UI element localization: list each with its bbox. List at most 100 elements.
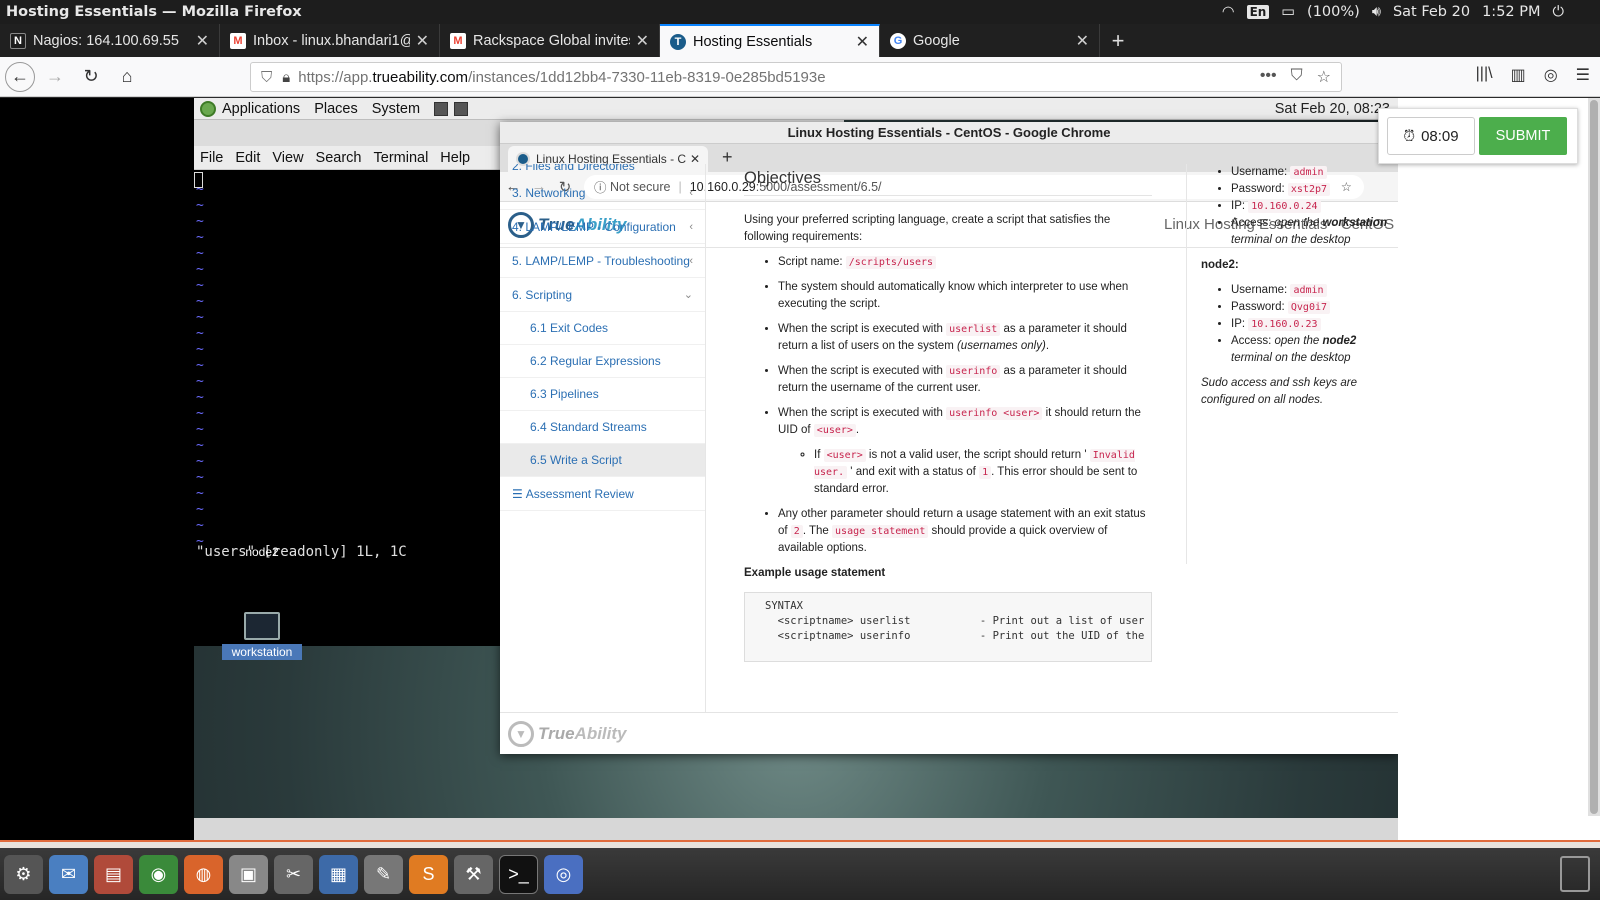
sidebar-item-lamp-troubleshooting[interactable]: 5. LAMP/LEMP - Troubleshooting ‹ [500, 244, 705, 278]
firefox-app-icon[interactable]: ◍ [184, 854, 223, 894]
sidebar-item-regular-expressions[interactable]: 6.2 Regular Expressions [500, 345, 705, 378]
settings-app-icon[interactable]: ⚙ [4, 854, 43, 894]
library-icon[interactable]: |||\ [1476, 65, 1493, 85]
gmail-favicon-icon: M [450, 32, 466, 49]
mail-app-icon[interactable]: ✉ [49, 854, 88, 894]
list-item: When the script is executed with userinf… [778, 405, 1152, 498]
system-tools-app-icon[interactable]: ⚒ [454, 854, 493, 894]
close-tab-icon[interactable]: ✕ [856, 32, 869, 52]
home-button[interactable]: ⌂ [111, 61, 143, 93]
desktop-icon-workstation[interactable]: workstation [222, 612, 302, 660]
ff-tab-inbox[interactable]: M Inbox - linux.bhandari1@ ✕ [220, 24, 440, 57]
menu-applications[interactable]: Applications [222, 101, 300, 117]
list-item: Username: admin [1231, 164, 1398, 181]
wifi-icon[interactable]: ◠ [1222, 4, 1235, 20]
new-tab-button[interactable]: + [1100, 24, 1136, 57]
gmail-favicon-icon: M [230, 32, 246, 49]
submit-button[interactable]: SUBMIT [1479, 117, 1567, 155]
node2-heading: node2: [1201, 259, 1239, 271]
remote-desktop[interactable]: Applications Places System Sat Feb 20, 0… [194, 98, 1398, 840]
files-app-icon[interactable]: ▤ [94, 854, 133, 894]
chrome-window[interactable]: Linux Hosting Essentials - CentOS - Goog… [500, 122, 1398, 754]
vim-empty-lines: ~ ~ ~ ~ ~ ~ ~ ~ ~ ~ ~ ~ ~ ~ ~ ~ ~ ~ ~ ~ … [196, 182, 204, 549]
ff-tab-google[interactable]: G Google ✕ [880, 24, 1100, 57]
pocket-icon[interactable]: ⛉ [1291, 67, 1303, 87]
desktop-icon-label: node2 [245, 545, 279, 559]
page-scrollbar[interactable] [1588, 98, 1600, 816]
close-tab-icon[interactable]: ✕ [636, 31, 649, 51]
ff-tab-hosting-essentials[interactable]: T Hosting Essentials ✕ [660, 24, 880, 57]
terminal-menu-help[interactable]: Help [440, 150, 470, 166]
launcher-icon[interactable] [434, 101, 449, 116]
remote-taskbar[interactable] [194, 818, 1398, 840]
chrome-new-tab-button[interactable]: + [722, 147, 733, 172]
battery-percent[interactable]: (100%) [1307, 4, 1360, 20]
terminal-menu-view[interactable]: View [272, 150, 303, 166]
system-time[interactable]: 1:52 PM [1482, 4, 1540, 20]
sidebar-item-exit-codes[interactable]: 6.1 Exit Codes [500, 312, 705, 345]
writer-app-icon[interactable]: ▦ [319, 854, 358, 894]
requirements-list: Script name: /scripts/users The system s… [762, 254, 1152, 557]
remote-clock[interactable]: Sat Feb 20, 08:23 [1275, 101, 1390, 117]
close-tab-icon[interactable]: ✕ [416, 31, 429, 51]
list-item: Password: Qvg0i7 [1231, 299, 1398, 316]
chevron-left-icon: ‹ [689, 186, 693, 199]
firefox-tab-strip: N Nagios: 164.100.69.55 ✕ M Inbox - linu… [0, 24, 1600, 57]
chevron-down-icon: ⌄ [683, 289, 693, 301]
url-path: /instances/1dd12bb4-7330-11eb-8319-0e285… [468, 68, 826, 86]
page-actions-icon[interactable]: ••• [1260, 67, 1277, 87]
account-icon[interactable]: ◎ [1544, 65, 1558, 85]
sidebar-item-label: 6.5 Write a Script [530, 453, 622, 467]
reload-button[interactable]: ↻ [75, 61, 107, 93]
close-tab-icon[interactable]: ✕ [1076, 31, 1089, 51]
sidebar-item-pipelines[interactable]: 6.3 Pipelines [500, 378, 705, 411]
page-left-margin [0, 98, 194, 840]
page-right-margin [1398, 98, 1600, 840]
timer-value: 08:09 [1421, 127, 1459, 145]
system-tray: ◠ En ▭ (100%) 🔊︎ Sat Feb 20 1:52 PM ⏻ [1222, 4, 1600, 20]
battery-icon[interactable]: ▭ [1281, 4, 1295, 20]
chromium-app-icon[interactable]: ◎ [544, 854, 583, 894]
archive-app-icon[interactable]: ▣ [229, 854, 268, 894]
text-editor-app-icon[interactable]: ✎ [364, 854, 403, 894]
url-bar[interactable]: ⛉ 🔒︎ https://app. trueability.com/instanc… [250, 62, 1342, 92]
ff-tab-nagios[interactable]: N Nagios: 164.100.69.55 ✕ [0, 24, 220, 57]
system-date[interactable]: Sat Feb 20 [1393, 4, 1470, 20]
terminal-menu-file[interactable]: File [200, 150, 223, 166]
menu-system[interactable]: System [372, 101, 420, 117]
close-tab-icon[interactable]: ✕ [196, 31, 209, 51]
desktop-icon-node2[interactable]: node2 [222, 544, 302, 560]
sidebar-item-scripting[interactable]: 6. Scripting ⌄ [500, 278, 705, 312]
terminal-app-icon[interactable]: >_ [499, 854, 538, 894]
terminal-menu-terminal[interactable]: Terminal [374, 150, 429, 166]
tracking-shield-icon[interactable]: ⛉ [261, 69, 272, 86]
power-icon[interactable]: ⏻ [1553, 4, 1564, 20]
sidebar-item-write-a-script[interactable]: 6.5 Write a Script [500, 444, 705, 477]
sidebar-item-label: Assessment Review [525, 486, 634, 501]
scrollbar-thumb[interactable] [1590, 100, 1598, 814]
keyboard-layout-indicator[interactable]: En [1246, 5, 1270, 19]
sidebar-item-standard-streams[interactable]: 6.4 Standard Streams [500, 411, 705, 444]
menu-places[interactable]: Places [314, 101, 358, 117]
terminal-launcher-icon[interactable] [454, 101, 469, 116]
list-item: Username: admin [1231, 282, 1398, 299]
bookmark-star-icon[interactable]: ☆ [1317, 67, 1331, 87]
lock-icon[interactable]: 🔒︎ [282, 69, 290, 86]
sidebar-icon[interactable]: ▥ [1511, 65, 1526, 85]
url-prefix: https://app. [298, 68, 373, 86]
volume-icon[interactable]: 🔊︎ [1372, 4, 1381, 20]
sublime-app-icon[interactable]: S [409, 854, 448, 894]
forward-button[interactable]: → [39, 61, 71, 93]
trash-icon[interactable] [1560, 856, 1590, 892]
sidebar-item-assessment-review[interactable]: ☰ Assessment Review [500, 477, 705, 511]
tools-app-icon[interactable]: ✂ [274, 854, 313, 894]
back-button[interactable]: ← [5, 61, 35, 92]
ff-tab-rackspace[interactable]: M Rackspace Global invites ✕ [440, 24, 660, 57]
terminal-menu-edit[interactable]: Edit [235, 150, 260, 166]
sidebar-item-files-directories[interactable]: 2. Files and Directories [500, 164, 705, 176]
sidebar-item-networking[interactable]: 3. Networking ‹ [500, 176, 705, 210]
sidebar-item-lamp-config[interactable]: 4. LAMP/LEMP - Configuration ‹ [500, 210, 705, 244]
terminal-menu-search[interactable]: Search [316, 150, 362, 166]
menu-icon[interactable]: ☰ [1576, 65, 1590, 85]
chrome-app-icon[interactable]: ◉ [139, 854, 178, 894]
